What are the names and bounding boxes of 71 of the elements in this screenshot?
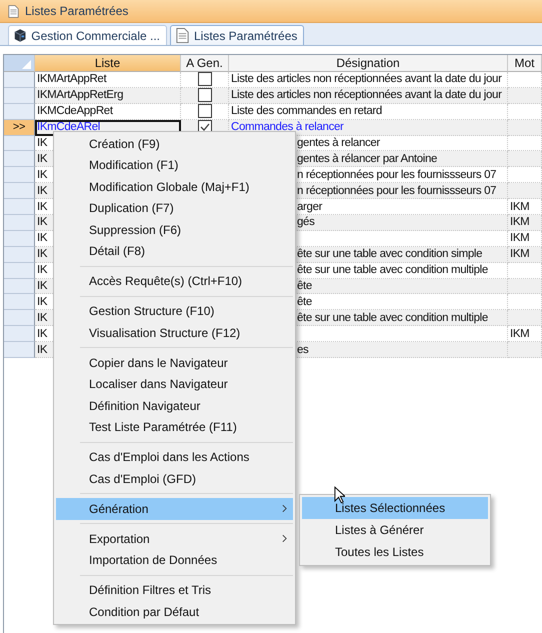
table-cell bbox=[508, 278, 542, 294]
column-header[interactable]: A Gen. bbox=[181, 55, 229, 72]
row-header[interactable] bbox=[4, 136, 35, 152]
checkbox[interactable] bbox=[198, 88, 212, 102]
row-header[interactable] bbox=[4, 278, 35, 294]
menu-item[interactable]: Listes Sélectionnées bbox=[302, 497, 488, 519]
row-header[interactable] bbox=[4, 183, 35, 200]
table-cell bbox=[508, 88, 542, 104]
row-header[interactable] bbox=[4, 246, 35, 263]
menu-item[interactable]: Exportation bbox=[56, 528, 293, 550]
table-cell bbox=[508, 262, 542, 279]
column-header[interactable]: Liste bbox=[35, 55, 181, 72]
cursor-icon bbox=[334, 486, 345, 504]
column-header[interactable]: Désignation bbox=[229, 55, 508, 72]
table-cell: Liste des commandes en retard bbox=[229, 104, 508, 120]
triangle-icon bbox=[22, 60, 31, 69]
table-cell: IKM bbox=[508, 326, 542, 342]
table-cell bbox=[508, 310, 542, 326]
table-cell: IKM bbox=[508, 199, 542, 216]
table-cell bbox=[508, 104, 542, 120]
window-title: Listes Paramétrées bbox=[25, 4, 128, 18]
menu-item[interactable]: Importation de Données bbox=[56, 550, 293, 571]
row-header[interactable] bbox=[4, 230, 35, 247]
row-header[interactable] bbox=[4, 294, 35, 310]
table-cell: Liste des articles non réceptionnées avant la date du jour bbox=[229, 72, 508, 88]
row-header[interactable] bbox=[4, 167, 35, 184]
menu-item[interactable]: Définition Navigateur bbox=[56, 395, 293, 416]
table-cell: IKMArtAppRetErg bbox=[35, 88, 181, 104]
menu-item[interactable]: Génération bbox=[56, 498, 293, 520]
table-cell bbox=[508, 120, 542, 136]
document-icon bbox=[8, 4, 19, 18]
menu-item[interactable]: Définition Filtres et Tris bbox=[56, 580, 293, 601]
table-cell: IKM bbox=[508, 246, 542, 263]
corner-cell[interactable] bbox=[4, 55, 35, 72]
menu-item[interactable]: Listes à Générer bbox=[302, 519, 488, 541]
row-header[interactable] bbox=[4, 151, 35, 168]
menu-item[interactable]: Cas d'Emploi dans les Actions bbox=[56, 446, 293, 468]
row-header[interactable]: >> bbox=[4, 120, 35, 136]
menu-item[interactable]: Toutes les Listes bbox=[302, 541, 488, 563]
table-cell: IKMArtAppRet bbox=[35, 72, 181, 88]
table-cell bbox=[508, 183, 542, 200]
column-header[interactable]: Mot bbox=[508, 55, 542, 72]
row-header[interactable] bbox=[4, 215, 35, 231]
menu-item[interactable]: Condition par Défaut bbox=[56, 601, 293, 622]
row-header[interactable] bbox=[4, 326, 35, 342]
table-cell: Liste des articles non réceptionnées avant la date du jour bbox=[229, 88, 508, 104]
row-header[interactable] bbox=[4, 199, 35, 216]
table-cell bbox=[508, 167, 542, 184]
table-cell: IKMCdeAppRet bbox=[35, 104, 181, 120]
tab[interactable]: Listes Paramétrées bbox=[170, 25, 304, 45]
document-icon bbox=[175, 28, 190, 43]
row-header[interactable] bbox=[4, 262, 35, 279]
tab[interactable]: Gestion Commerciale ... bbox=[8, 25, 167, 45]
row-header[interactable] bbox=[4, 310, 35, 326]
table-cell bbox=[508, 136, 542, 152]
table-cell bbox=[508, 294, 542, 310]
row-header[interactable] bbox=[4, 88, 35, 104]
menu-item[interactable]: Test Liste Paramétrée (F11) bbox=[56, 416, 293, 438]
checkbox[interactable] bbox=[198, 72, 212, 86]
table-cell: IKM bbox=[508, 230, 542, 247]
table-cell bbox=[508, 151, 542, 168]
row-header[interactable] bbox=[4, 342, 35, 358]
table-cell: IKM bbox=[508, 215, 542, 231]
table-cell bbox=[508, 72, 542, 88]
machine-icon bbox=[13, 28, 28, 43]
menu-item[interactable]: Localiser dans Navigateur bbox=[56, 374, 293, 395]
row-header[interactable] bbox=[4, 104, 35, 120]
menu-item[interactable]: Cas d'Emploi (GFD) bbox=[56, 468, 293, 490]
table-cell bbox=[508, 342, 542, 358]
row-header[interactable] bbox=[4, 72, 35, 88]
checkbox[interactable] bbox=[198, 104, 212, 118]
